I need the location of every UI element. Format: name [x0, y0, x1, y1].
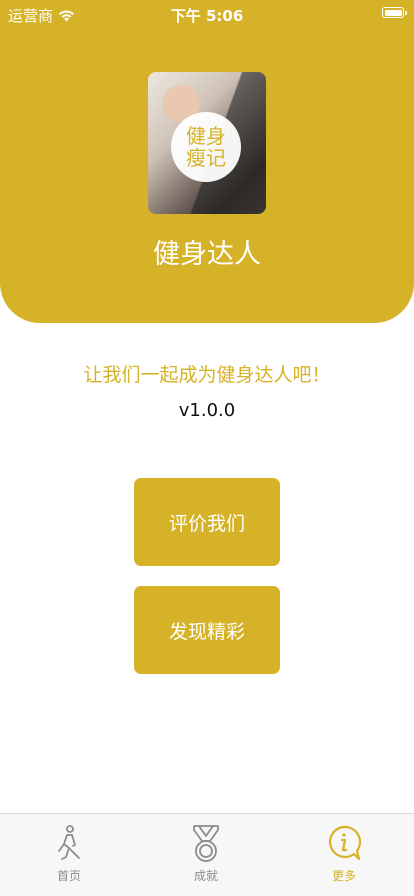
tab-home-label: 首页	[56, 869, 81, 883]
tab-achievements-label: 成就	[193, 869, 218, 883]
app-name: 健身达人	[153, 239, 261, 270]
version-label: v1.0.0	[178, 400, 236, 421]
tab-achievements[interactable]: 成就	[166, 824, 246, 884]
tab-bar: 首页 成就 更多	[0, 813, 414, 896]
logo-text: 健身瘦记	[186, 124, 226, 170]
medal-icon	[193, 825, 219, 862]
rate-us-button[interactable]: 评价我们	[134, 478, 280, 566]
tab-more-label: 更多	[331, 869, 356, 883]
status-bar: 运营商 下午 5:06	[0, 0, 414, 28]
battery-icon	[382, 7, 407, 18]
discover-button[interactable]: 发现精彩	[134, 586, 280, 674]
logo-badge: 健身瘦记	[171, 112, 241, 182]
running-person-icon	[58, 825, 80, 860]
status-time: 下午 5:06	[170, 7, 244, 25]
info-bubble-icon	[328, 825, 362, 861]
tab-home[interactable]: 首页	[29, 824, 109, 884]
slogan-text: 让我们一起成为健身达人吧！	[83, 364, 331, 386]
tab-more[interactable]: 更多	[304, 824, 384, 884]
app-logo: 健身瘦记	[148, 72, 266, 214]
header-banner: 运营商 下午 5:06 健身瘦记 健身达人	[0, 0, 414, 323]
